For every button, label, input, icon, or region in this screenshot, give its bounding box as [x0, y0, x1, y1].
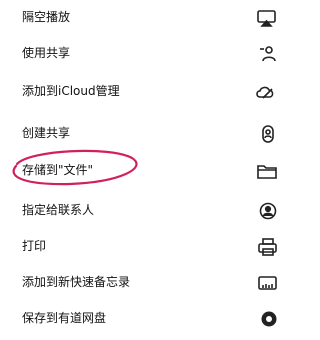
menu-item-label: 隔空播放: [22, 10, 71, 24]
share-action-menu: 隔空播放 使用共享 添加到iCloud管理 创建共享 存储到"文件" 指定给联系…: [0, 0, 277, 340]
menu-item-create-share[interactable]: 创建共享: [0, 120, 277, 148]
menu-item-label: 创建共享: [22, 126, 71, 140]
menu-item-label: 保存到有道网盘: [22, 311, 107, 325]
menu-item-use-share[interactable]: 使用共享: [0, 40, 277, 68]
folder-icon: [253, 160, 277, 182]
memo-icon: [253, 272, 277, 294]
contact-circle-icon: [253, 200, 277, 222]
youdao-disk-icon: [253, 308, 277, 330]
menu-item-airplay[interactable]: 隔空播放: [0, 4, 277, 32]
menu-item-label: 指定给联系人: [22, 203, 95, 217]
menu-item-print[interactable]: 打印: [0, 233, 277, 261]
menu-item-label: 打印: [22, 239, 47, 253]
airplay-icon: [253, 7, 277, 29]
menu-item-add-icloud[interactable]: 添加到iCloud管理: [0, 78, 277, 106]
cloud-pencil-icon: [253, 81, 277, 103]
menu-item-save-to-files[interactable]: 存储到"文件": [0, 157, 277, 185]
printer-icon: [253, 236, 277, 258]
menu-item-assign-contact[interactable]: 指定给联系人: [0, 197, 277, 225]
menu-item-label: 添加到iCloud管理: [22, 84, 120, 98]
menu-item-label: 添加到新快速备忘录: [22, 275, 131, 289]
menu-item-quick-memo[interactable]: 添加到新快速备忘录: [0, 269, 277, 297]
share-person-icon: [253, 43, 277, 65]
menu-item-label: 使用共享: [22, 46, 71, 60]
person-badge-icon: [253, 123, 277, 145]
menu-item-youdao-disk[interactable]: 保存到有道网盘: [0, 305, 277, 333]
menu-item-label: 存储到"文件": [22, 163, 94, 177]
